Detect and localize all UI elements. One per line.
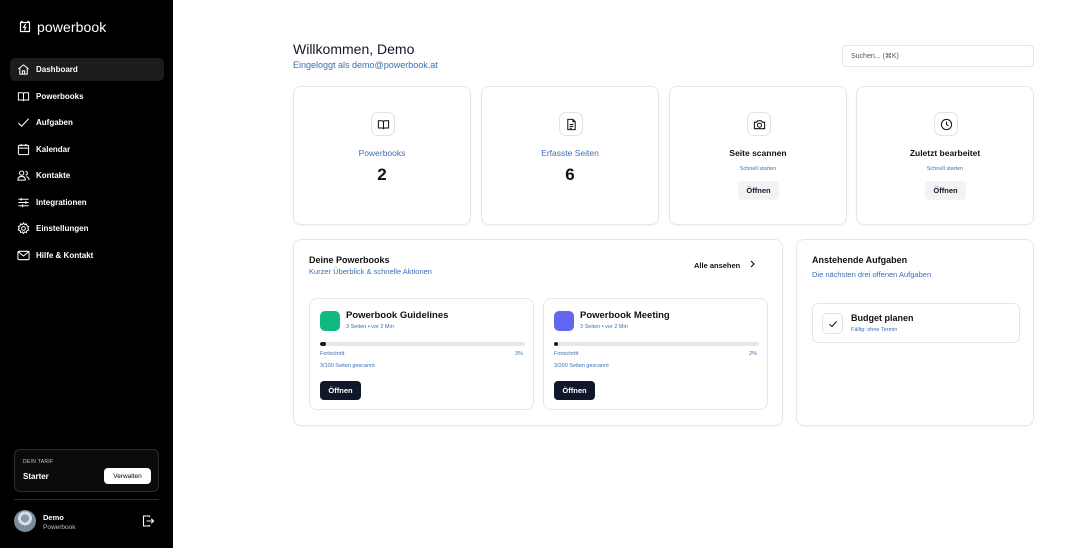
action-title: Zuletzt bearbeitet — [909, 148, 981, 158]
view-all-link[interactable]: Alle ansehen — [694, 260, 756, 270]
calendar-icon — [16, 142, 30, 156]
mail-icon — [16, 248, 30, 262]
task-name: Budget planen — [851, 313, 914, 323]
logo-icon — [18, 20, 32, 34]
sidebar-divider — [14, 499, 159, 500]
user-name: Demo — [43, 513, 64, 522]
book-icon — [16, 89, 30, 103]
users-icon — [16, 169, 30, 183]
main-content: Willkommen, Demo Eingeloggt als demo@pow… — [173, 0, 1080, 548]
manage-plan-button[interactable]: Verwalten — [104, 468, 151, 484]
progress-bar — [554, 342, 759, 346]
progress-percent: 3% — [515, 351, 523, 357]
powerbook-name: Powerbook Guidelines — [346, 310, 449, 321]
plan-caption: DEIN TARIF — [23, 459, 54, 465]
action-subtitle: Schnell starten — [739, 166, 777, 172]
chevron-right-icon — [749, 260, 756, 270]
powerbook-color-swatch — [320, 311, 340, 331]
action-card-recent: Zuletzt bearbeitet Schnell starten Öffne… — [856, 86, 1034, 225]
powerbook-card[interactable]: Powerbook Meeting 3 Seiten • vor 2 Min F… — [543, 298, 768, 410]
sidebar-item-integrationen[interactable]: Integrationen — [10, 191, 164, 214]
sidebar-item-kontakte[interactable]: Kontakte — [10, 164, 164, 187]
sidebar-item-hilfe[interactable]: Hilfe & Kontakt — [10, 244, 164, 267]
sidebar: powerbook Dashboard Powerbooks Aufgaben … — [0, 0, 173, 548]
sidebar-item-label: Kalendar — [36, 144, 71, 154]
task-checkbox[interactable] — [822, 313, 843, 334]
pages-scanned: 3/200 Seiten gescannt — [554, 363, 609, 369]
sidebar-item-aufgaben[interactable]: Aufgaben — [10, 111, 164, 134]
clock-icon — [934, 112, 958, 136]
powerbook-card[interactable]: Powerbook Guidelines 3 Seiten • vor 2 Mi… — [309, 298, 534, 410]
powerbook-color-swatch — [554, 311, 574, 331]
powerbook-name: Powerbook Meeting — [580, 310, 670, 321]
tasks-panel: Anstehende Aufgaben Die nächsten drei of… — [796, 239, 1034, 426]
stat-value: 6 — [565, 165, 575, 184]
sidebar-item-kalendar[interactable]: Kalendar — [10, 138, 164, 161]
action-title: Seite scannen — [729, 148, 787, 158]
sidebar-item-label: Aufgaben — [36, 118, 73, 127]
pages-scanned: 3/100 Seiten gescannt — [320, 363, 375, 369]
open-scan-button[interactable]: Öffnen — [738, 181, 779, 200]
panel-title: Deine Powerbooks — [309, 255, 390, 265]
sidebar-item-label: Kontakte — [36, 171, 71, 180]
sidebar-item-dashboard[interactable]: Dashboard — [10, 58, 164, 81]
login-info: Eingeloggt als demo@powerbook.at — [293, 60, 438, 70]
panel-title: Anstehende Aufgaben — [812, 255, 908, 265]
powerbook-meta: 3 Seiten • vor 2 Min — [580, 324, 628, 330]
check-icon — [828, 320, 837, 327]
open-powerbook-button[interactable]: Öffnen — [554, 381, 595, 400]
open-recent-button[interactable]: Öffnen — [925, 181, 966, 200]
panel-subtitle: Die nächsten drei offenen Aufgaben — [812, 270, 932, 279]
sidebar-nav: Dashboard Powerbooks Aufgaben Kalendar K… — [10, 58, 164, 270]
powerbook-meta: 3 Seiten • vor 2 Min — [346, 324, 394, 330]
file-icon — [559, 112, 583, 136]
sidebar-item-einstellungen[interactable]: Einstellungen — [10, 217, 164, 240]
page-title: Willkommen, Demo — [293, 41, 415, 57]
progress-fill — [554, 342, 559, 346]
progress-label: Fortschritt — [320, 351, 345, 357]
gear-icon — [16, 222, 30, 236]
progress-bar — [320, 342, 525, 346]
sidebar-item-label: Hilfe & Kontakt — [36, 250, 94, 260]
open-powerbook-button[interactable]: Öffnen — [320, 381, 361, 400]
home-icon — [16, 63, 30, 77]
stat-label: Erfasste Seiten — [541, 148, 599, 158]
book-icon — [371, 112, 395, 136]
avatar[interactable] — [14, 510, 36, 532]
action-card-scan: Seite scannen Schnell starten Öffnen — [669, 86, 847, 225]
progress-percent: 2% — [749, 351, 757, 357]
powerbooks-panel: Deine Powerbooks Kurzer Überblick & schn… — [293, 239, 783, 426]
action-subtitle: Schnell starten — [926, 166, 964, 172]
app-logo[interactable]: powerbook — [18, 19, 106, 35]
sidebar-item-label: Powerbooks — [36, 91, 84, 101]
camera-icon — [747, 112, 771, 136]
task-due: Fällig: ohne Termin — [851, 327, 898, 333]
user-subtitle: Powerbook — [43, 524, 76, 531]
view-all-label: Alle ansehen — [694, 260, 741, 270]
sidebar-item-label: Dashboard — [36, 65, 78, 74]
stat-card-powerbooks: Powerbooks 2 — [293, 86, 471, 225]
sidebar-item-label: Integrationen — [36, 197, 87, 207]
user-profile[interactable]: Demo Powerbook — [14, 509, 159, 535]
progress-fill — [320, 342, 327, 346]
check-icon — [16, 116, 30, 130]
app-name: powerbook — [37, 19, 107, 35]
sliders-icon — [16, 195, 30, 209]
stat-value: 2 — [377, 165, 387, 184]
plan-card: DEIN TARIF Starter Verwalten — [14, 449, 159, 492]
sidebar-item-powerbooks[interactable]: Powerbooks — [10, 85, 164, 108]
task-item[interactable]: Budget planen Fällig: ohne Termin — [812, 303, 1020, 343]
panel-subtitle: Kurzer Überblick & schnelle Aktionen — [309, 267, 432, 276]
logout-icon[interactable] — [141, 514, 155, 533]
progress-label: Fortschritt — [554, 351, 579, 357]
stat-label: Powerbooks — [358, 148, 406, 158]
plan-name: Starter — [23, 472, 49, 481]
sidebar-item-label: Einstellungen — [36, 224, 89, 233]
stat-card-pages: Erfasste Seiten 6 — [481, 86, 659, 225]
search-input[interactable] — [842, 45, 1034, 67]
